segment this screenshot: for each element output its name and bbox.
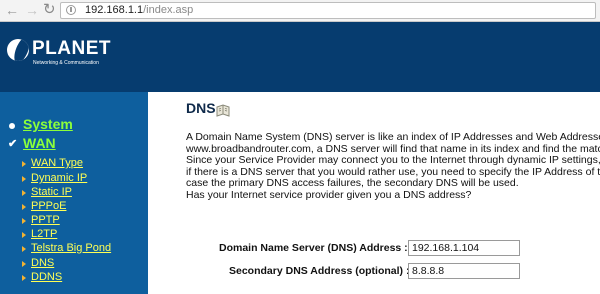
help-book-icon[interactable] — [216, 104, 230, 117]
sidebar-subitem-label[interactable]: Static IP — [31, 186, 72, 198]
planet-logo-icon — [7, 39, 29, 61]
sidebar-subitem-label[interactable]: DNS — [31, 257, 54, 269]
page-header: PLANET Networking & Communication — [0, 22, 600, 92]
arrow-bullet-icon — [22, 176, 26, 182]
bullet-icon — [9, 123, 15, 129]
brand-name: PLANET — [32, 38, 111, 59]
sidebar-subitem-label[interactable]: Telstra Big Pond — [31, 242, 111, 254]
description-line: Has your Internet service provider given… — [186, 188, 472, 201]
arrow-bullet-icon — [22, 218, 26, 224]
sidebar-item-wan[interactable]: WAN — [23, 135, 56, 151]
sidebar-subitem-label[interactable]: PPTP — [31, 214, 60, 226]
arrow-bullet-icon — [22, 161, 26, 167]
brand-tagline: Networking & Communication — [33, 60, 99, 66]
arrow-bullet-icon — [22, 261, 26, 267]
sidebar: System ✔ WAN WAN Type Dynamic IP Static … — [0, 92, 148, 294]
secondary-dns-input[interactable] — [408, 263, 520, 279]
primary-dns-input[interactable] — [408, 240, 520, 256]
primary-dns-label: Domain Name Server (DNS) Address : — [219, 242, 408, 254]
arrow-bullet-icon — [22, 190, 26, 196]
checkmark-icon: ✔ — [8, 138, 18, 150]
sidebar-subitem-label[interactable]: PPPoE — [31, 200, 66, 212]
arrow-bullet-icon — [22, 232, 26, 238]
sidebar-item-system[interactable]: System — [23, 116, 73, 132]
forward-arrow-icon[interactable]: → — [25, 2, 39, 18]
dns-description: A Domain Name System (DNS) server is lik… — [186, 132, 600, 202]
arrow-bullet-icon — [22, 204, 26, 210]
sidebar-subitem-label[interactable]: Dynamic IP — [31, 172, 87, 184]
reload-icon[interactable]: ↻ — [43, 2, 56, 18]
url-text: 192.168.1.1/index.asp — [85, 4, 193, 16]
page-info-icon[interactable] — [66, 5, 76, 15]
back-arrow-icon[interactable]: ← — [5, 2, 19, 18]
secondary-dns-label: Secondary DNS Address (optional) : — [229, 265, 410, 277]
arrow-bullet-icon — [22, 246, 26, 252]
url-path: /index.asp — [143, 4, 194, 16]
main-content: DNS A Domain Name System (DNS) server is… — [148, 92, 600, 294]
browser-toolbar: ← → ↻ 192.168.1.1/index.asp — [0, 0, 600, 22]
address-bar[interactable]: 192.168.1.1/index.asp — [60, 2, 596, 19]
sidebar-subitem-label[interactable]: WAN Type — [31, 157, 83, 169]
sidebar-subitem-label[interactable]: DDNS — [31, 271, 62, 283]
description-line: A Domain Name System (DNS) server is lik… — [186, 132, 600, 143]
page-title: DNS — [186, 100, 216, 116]
sidebar-subitem-label[interactable]: L2TP — [31, 228, 57, 240]
url-host: 192.168.1.1 — [85, 4, 144, 16]
arrow-bullet-icon — [22, 275, 26, 281]
